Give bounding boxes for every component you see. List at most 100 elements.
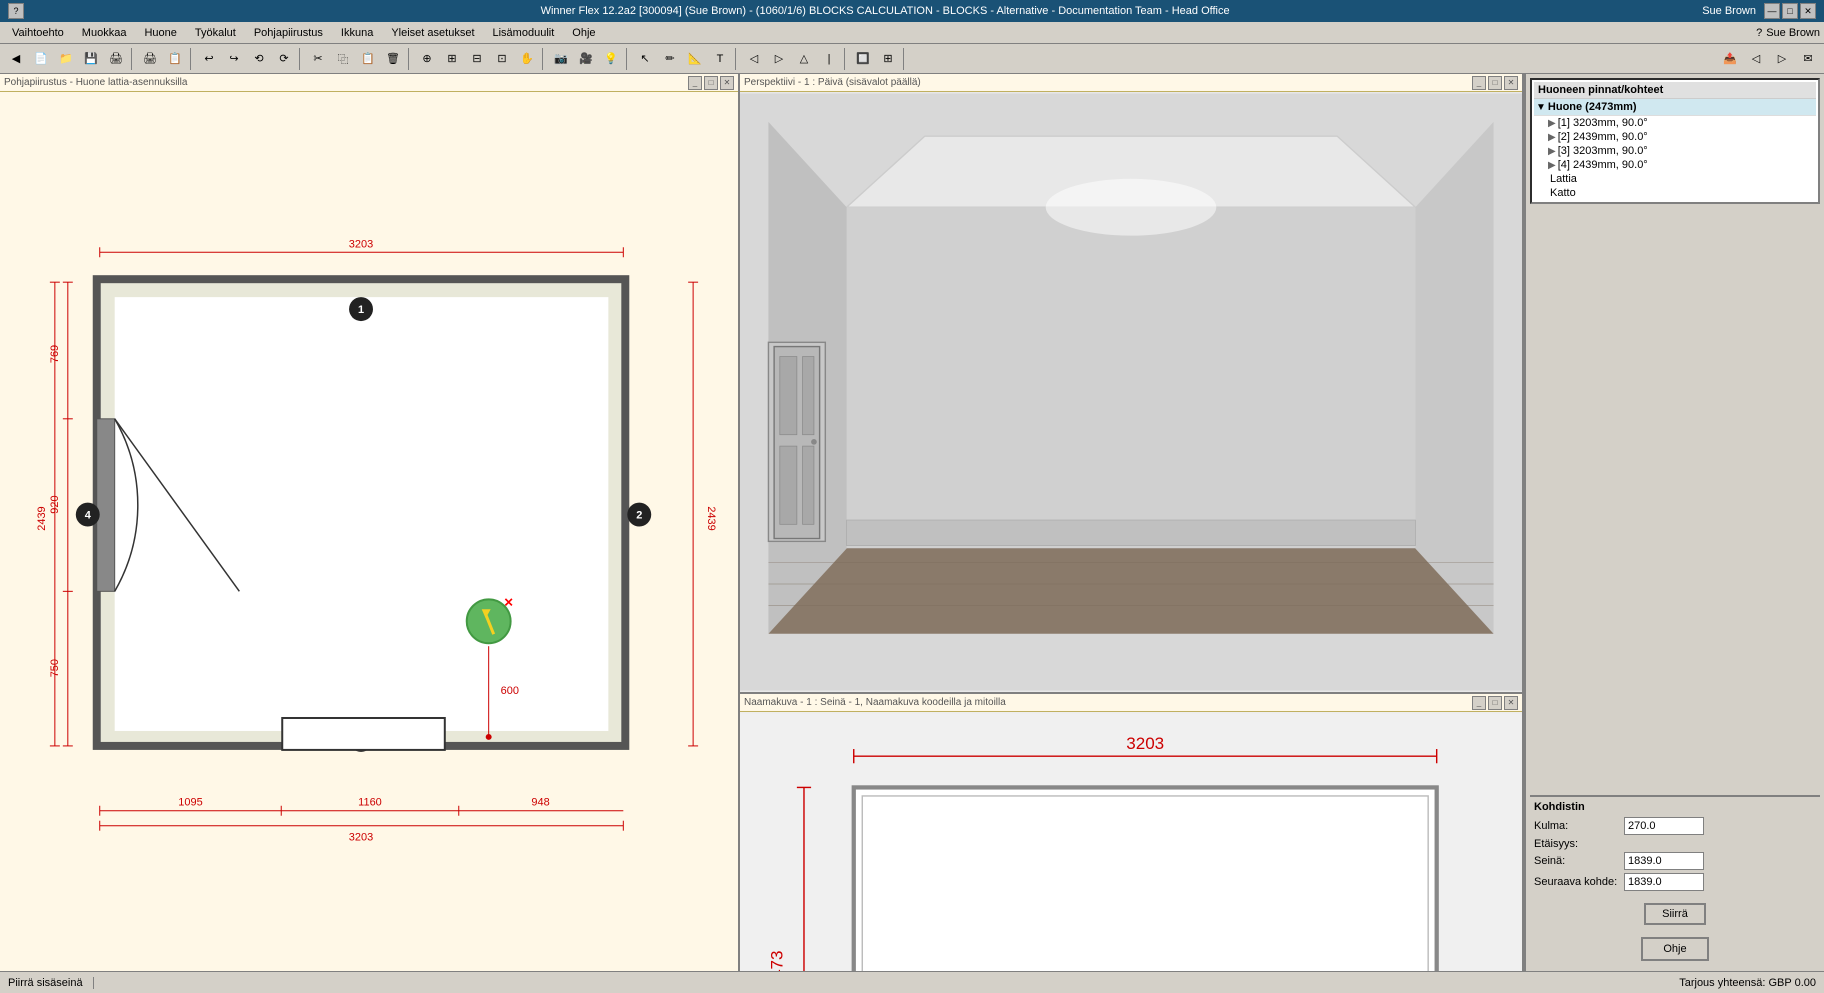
- menu-tyokalut[interactable]: Työkalut: [187, 25, 244, 41]
- perspective-titlebar: Perspektiivi - 1 : Päivä (sisävalot pääl…: [740, 74, 1522, 92]
- light-button[interactable]: 💡: [599, 47, 623, 71]
- undo-button[interactable]: ↩: [197, 47, 221, 71]
- draw-button[interactable]: ✏: [658, 47, 682, 71]
- pan-button[interactable]: ✋: [515, 47, 539, 71]
- seina-input[interactable]: [1624, 852, 1704, 870]
- seuraava-label: Seuraava kohde:: [1534, 876, 1624, 888]
- menu-muokkaa[interactable]: Muokkaa: [74, 25, 135, 41]
- text-button[interactable]: T: [708, 47, 732, 71]
- close-button[interactable]: ✕: [1800, 3, 1816, 19]
- open-button[interactable]: 📁: [54, 47, 78, 71]
- floorplan-minimize[interactable]: _: [688, 76, 702, 90]
- tree-item-1-label: [1] 3203mm, 90.0°: [1558, 117, 1648, 129]
- copy-button[interactable]: ⿻: [331, 47, 355, 71]
- back-button[interactable]: ◀: [4, 47, 28, 71]
- wall-left-button[interactable]: ◁: [742, 47, 766, 71]
- toolbar-right-2[interactable]: ◁: [1744, 47, 1768, 71]
- perspective-close[interactable]: ✕: [1504, 76, 1518, 90]
- frontview-svg: 3203 2473: [740, 712, 1522, 971]
- main-area: Pohjapiirustus - Huone lattia-asennuksil…: [0, 74, 1824, 971]
- tree-item-2-label: [2] 2439mm, 90.0°: [1558, 131, 1648, 143]
- tree-root-label: Huone (2473mm): [1548, 101, 1637, 113]
- tree-item-3-label: [3] 3203mm, 90.0°: [1558, 145, 1648, 157]
- menu-vaihtoehto[interactable]: Vaihtoehto: [4, 25, 72, 41]
- svg-text:2439: 2439: [36, 506, 48, 530]
- print2-button[interactable]: 📋: [163, 47, 187, 71]
- room-tree-header: Huoneen pinnat/kohteet: [1534, 82, 1816, 99]
- frontview-close[interactable]: ✕: [1504, 696, 1518, 710]
- tree-root-expand[interactable]: ▼: [1536, 102, 1546, 113]
- paste-button[interactable]: 📋: [356, 47, 380, 71]
- menu-huone[interactable]: Huone: [136, 25, 184, 41]
- frontview-maximize[interactable]: □: [1488, 696, 1502, 710]
- floorplan-titlebar: Pohjapiirustus - Huone lattia-asennuksil…: [0, 74, 738, 92]
- floorplan-panel: Pohjapiirustus - Huone lattia-asennuksil…: [0, 74, 740, 971]
- zoom-out-button[interactable]: ⊟: [465, 47, 489, 71]
- perspective-maximize[interactable]: □: [1488, 76, 1502, 90]
- title-bar-controls: — □ ✕: [1764, 3, 1816, 19]
- frontview-content[interactable]: 3203 2473: [740, 712, 1522, 971]
- menu-ikkuna[interactable]: Ikkuna: [333, 25, 381, 41]
- wall-v-button[interactable]: |: [817, 47, 841, 71]
- siirra-button[interactable]: Siirrä: [1644, 903, 1706, 925]
- undo2-button[interactable]: ⟲: [247, 47, 271, 71]
- save-as-button[interactable]: 🖨: [104, 47, 128, 71]
- perspective-title: Perspektiivi - 1 : Päivä (sisävalot pääl…: [744, 77, 921, 88]
- wall-up-button[interactable]: △: [792, 47, 816, 71]
- kulma-input[interactable]: [1624, 817, 1704, 835]
- tree-item-2[interactable]: ▶ [2] 2439mm, 90.0°: [1534, 130, 1816, 144]
- svg-text:✕: ✕: [504, 595, 514, 609]
- tree-item-1[interactable]: ▶ [1] 3203mm, 90.0°: [1534, 116, 1816, 130]
- camera-button[interactable]: 📷: [549, 47, 573, 71]
- redo2-button[interactable]: ⟳: [272, 47, 296, 71]
- cut-button[interactable]: ✂: [306, 47, 330, 71]
- sidebar-spacer: [1530, 208, 1820, 795]
- floorplan-close[interactable]: ✕: [720, 76, 734, 90]
- new-button[interactable]: 📄: [29, 47, 53, 71]
- wall-right-button[interactable]: ▷: [767, 47, 791, 71]
- tree-root[interactable]: ▼ Huone (2473mm): [1534, 99, 1816, 116]
- snap-button[interactable]: 🔲: [851, 47, 875, 71]
- menu-pohjapiirustus[interactable]: Pohjapiirustus: [246, 25, 331, 41]
- zoom-in-button[interactable]: ⊞: [440, 47, 464, 71]
- floorplan-maximize[interactable]: □: [704, 76, 718, 90]
- toolbar-right-4[interactable]: ✉: [1796, 47, 1820, 71]
- tree-item-4[interactable]: ▶ [4] 2439mm, 90.0°: [1534, 158, 1816, 172]
- cursor-button[interactable]: ↖: [633, 47, 657, 71]
- perspective-minimize[interactable]: _: [1472, 76, 1486, 90]
- right-content: Perspektiivi - 1 : Päivä (sisävalot pääl…: [740, 74, 1824, 971]
- menu-ohje[interactable]: Ohje: [564, 25, 603, 41]
- redo-button[interactable]: ↪: [222, 47, 246, 71]
- measure-button[interactable]: 📐: [683, 47, 707, 71]
- frontview-minimize[interactable]: _: [1472, 696, 1486, 710]
- svg-text:2439: 2439: [705, 506, 717, 530]
- user-name: Sue Brown: [1766, 27, 1820, 39]
- seuraava-row: Seuraava kohde:: [1534, 873, 1816, 891]
- svg-text:4: 4: [85, 510, 92, 522]
- svg-text:1: 1: [358, 304, 364, 316]
- delete-button[interactable]: 🗑: [381, 47, 405, 71]
- minimize-button[interactable]: —: [1764, 3, 1780, 19]
- separator-7: [735, 48, 739, 70]
- grid-button[interactable]: ⊞: [876, 47, 900, 71]
- menu-yleiset[interactable]: Yleiset asetukset: [383, 25, 482, 41]
- zoom-fit-button[interactable]: ⊕: [415, 47, 439, 71]
- zoom-full-button[interactable]: ⊡: [490, 47, 514, 71]
- help-menu-icon[interactable]: ?: [1756, 27, 1762, 39]
- help-icon[interactable]: ?: [8, 3, 24, 19]
- tree-item-3[interactable]: ▶ [3] 3203mm, 90.0°: [1534, 144, 1816, 158]
- toolbar-right-3[interactable]: ▷: [1770, 47, 1794, 71]
- perspective-content[interactable]: [740, 92, 1522, 692]
- menu-lisamoduulit[interactable]: Lisämoduulit: [485, 25, 563, 41]
- tree-item-5[interactable]: Lattia: [1534, 172, 1816, 186]
- render-button[interactable]: 🎥: [574, 47, 598, 71]
- kohdistin-panel: Kohdistin Kulma: Etäisyys: Seinä: Seuraa…: [1530, 795, 1820, 929]
- print-button[interactable]: 🖨: [138, 47, 162, 71]
- save-button[interactable]: 💾: [79, 47, 103, 71]
- toolbar-right-1[interactable]: 📤: [1718, 47, 1742, 71]
- tree-item-6[interactable]: Katto: [1534, 186, 1816, 200]
- seuraava-input[interactable]: [1624, 873, 1704, 891]
- maximize-button[interactable]: □: [1782, 3, 1798, 19]
- ohje-button[interactable]: Ohje: [1641, 937, 1708, 961]
- floorplan-content[interactable]: 3203 2439 2439: [0, 92, 738, 971]
